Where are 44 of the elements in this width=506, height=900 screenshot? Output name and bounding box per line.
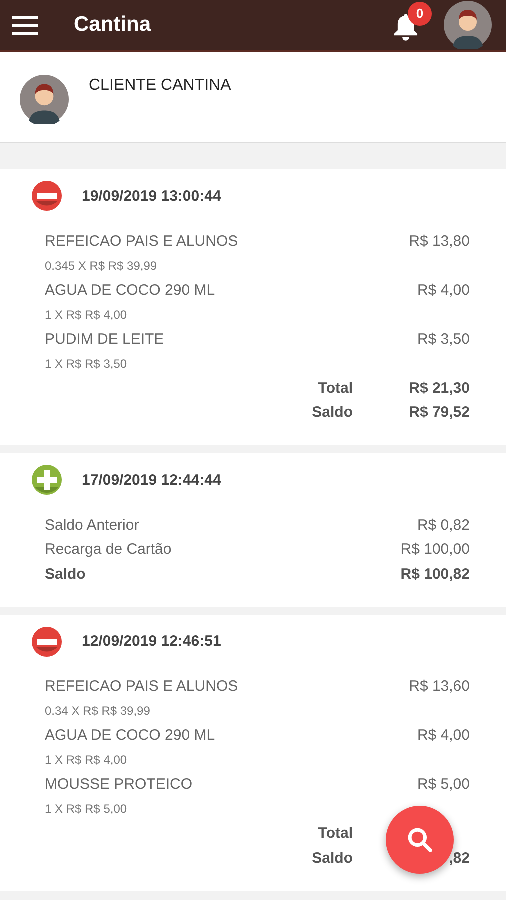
avatar-icon [20, 74, 69, 124]
entry-label: Recarga de Cartão [45, 541, 172, 558]
entry-label: Saldo Anterior [45, 516, 140, 534]
quantity-price: 1 X R$ R$ 5,00 [45, 801, 128, 818]
product-name: PUDIM DE LEITE [45, 330, 164, 348]
entry-label: Saldo [45, 566, 86, 583]
search-icon [406, 826, 434, 854]
quantity-price: 1 X R$ R$ 4,00 [45, 306, 128, 324]
menu-icon[interactable] [12, 15, 38, 35]
product-name: AGUA DE COCO 290 ML [45, 282, 216, 299]
amount: R$ 4,00 [417, 727, 470, 744]
product-name: AGUA DE COCO 290 ML [45, 727, 216, 744]
summary-amount: R$ 79,52 [409, 404, 470, 422]
transaction-date: 17/09/2019 12:44:44 [82, 472, 222, 488]
summary-amount: ,82 [449, 850, 470, 867]
minus-icon [32, 181, 62, 211]
summary-label: Saldo [311, 850, 353, 867]
notification-count: 0 [408, 2, 432, 26]
quantity-price: 0.345 X R$ R$ 39,99 [45, 258, 158, 274]
transaction-date: 12/09/2019 12:46:51 [82, 633, 222, 650]
avatar-icon[interactable] [444, 1, 492, 49]
client-name: CLIENTE CANTINA [89, 77, 232, 95]
summary-label: Total [317, 380, 353, 397]
quantity-price: 0.34 X R$ R$ 39,99 [45, 703, 152, 720]
amount: R$ 4,00 [417, 282, 470, 299]
app-title: Cantina [74, 13, 152, 37]
product-name: MOUSSE PROTEICO [45, 776, 193, 794]
quantity-price: 1 X R$ R$ 3,50 [45, 356, 128, 372]
amount: R$ 100,00 [400, 541, 470, 558]
amount: R$ 5,00 [417, 776, 470, 794]
summary-label: Total [317, 825, 353, 842]
summary-amount: R$ 21,30 [409, 380, 470, 397]
amount: R$ 100,82 [400, 566, 470, 583]
minus-icon [32, 626, 62, 656]
plus-icon [32, 465, 62, 495]
amount: R$ 13,60 [409, 678, 470, 696]
amount: R$ 3,50 [417, 330, 470, 348]
transaction-date: 19/09/2019 13:00:44 [82, 188, 222, 204]
amount: R$ 13,80 [409, 232, 470, 250]
product-name: REFEICAO PAIS E ALUNOS [45, 678, 238, 696]
product-name: REFEICAO PAIS E ALUNOS [45, 232, 238, 250]
quantity-price: 1 X R$ R$ 4,00 [45, 752, 128, 769]
amount: R$ 0,82 [417, 516, 470, 534]
summary-label: Saldo [311, 404, 353, 422]
